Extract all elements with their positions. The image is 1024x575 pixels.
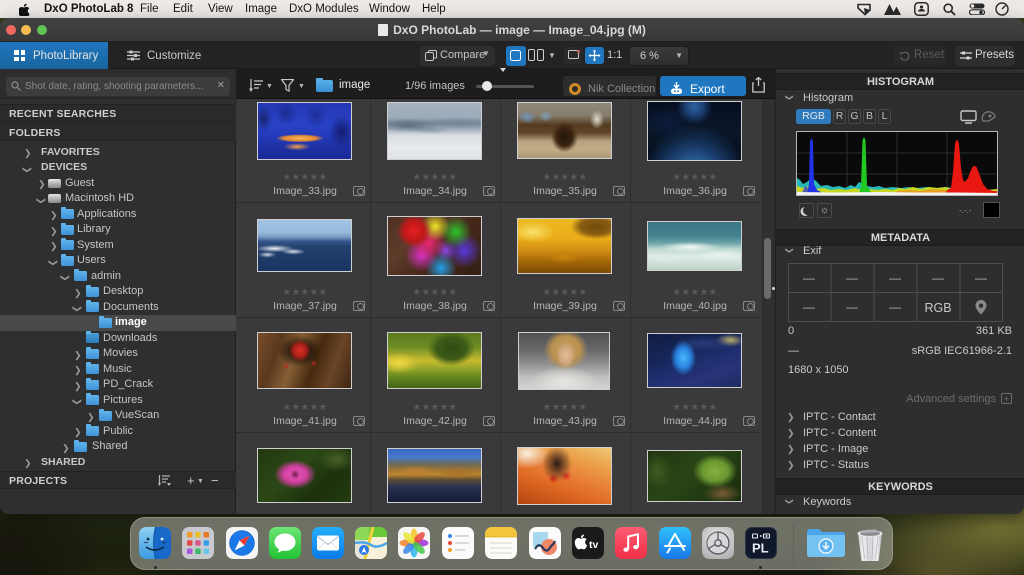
svg-text:—: — bbox=[889, 300, 901, 314]
svg-text:—: — bbox=[975, 271, 987, 285]
svg-text:tv: tv bbox=[589, 539, 598, 551]
svg-text:—: — bbox=[846, 300, 858, 314]
svg-text:—: — bbox=[932, 271, 944, 285]
svg-text:—: — bbox=[846, 271, 858, 285]
svg-text:—: — bbox=[803, 300, 815, 314]
svg-text:—: — bbox=[803, 271, 815, 285]
svg-text:RGB: RGB bbox=[924, 301, 951, 315]
svg-text:—: — bbox=[889, 271, 901, 285]
svg-text:PL: PL bbox=[752, 541, 769, 556]
